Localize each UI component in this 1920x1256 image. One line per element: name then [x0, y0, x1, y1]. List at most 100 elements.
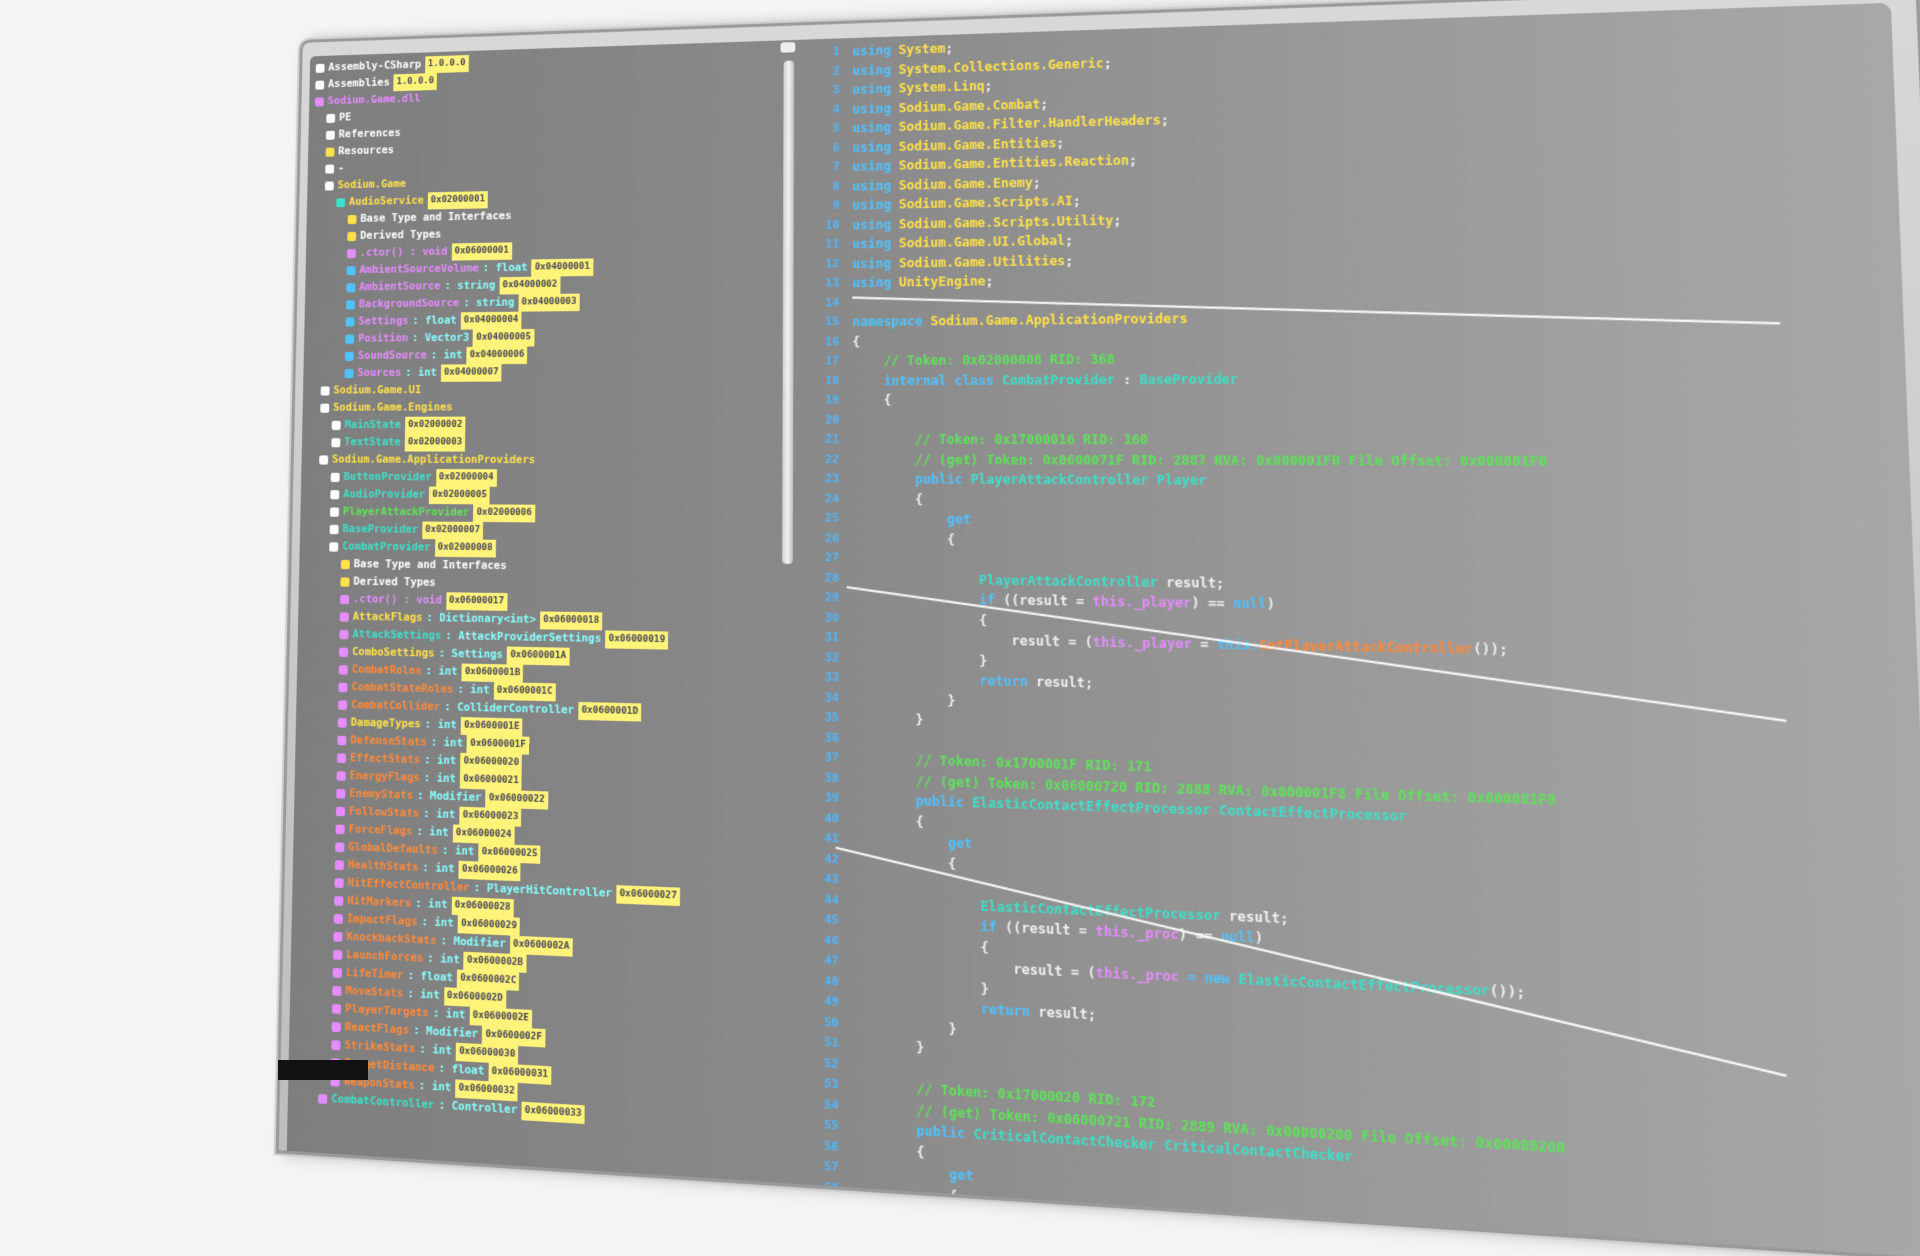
tree-node-icon — [324, 181, 334, 191]
tree-item[interactable]: MainState 0x02000002 — [308, 416, 789, 435]
code-line[interactable]: // Token: 0x17000016 RID: 160 — [852, 430, 1896, 451]
line-number: 31 — [824, 629, 840, 645]
line-number: 28 — [824, 570, 840, 585]
line-number: 26 — [824, 530, 840, 545]
code-token: ()); — [1489, 982, 1526, 1001]
token-badge: 0x06000023 — [459, 806, 522, 827]
tree-item-type: : float — [412, 314, 457, 328]
token-badge: 0x02000003 — [404, 434, 466, 452]
tree-item-type: : Vector3 — [412, 331, 470, 345]
tree-node-icon — [325, 130, 335, 140]
tree-item-label: CombatCollider — [350, 698, 441, 714]
tree-item-type: : int — [432, 1007, 466, 1022]
tree-item-label: .ctor() : void — [359, 245, 448, 259]
line-number: 22 — [825, 451, 840, 466]
line-number: 21 — [825, 432, 840, 446]
tree-item-label: Sodium.Game.Engines — [333, 401, 453, 414]
assembly-explorer-tree[interactable]: Assembly-CSharp 1.0.0.0 Assemblies 1.0.0.0 S… — [293, 44, 790, 1183]
token-badge: 0x04000006 — [466, 346, 528, 365]
tree-node-icon — [333, 913, 343, 924]
code-token: ; — [1160, 112, 1170, 128]
tree-node-icon — [326, 113, 336, 124]
tree-node-icon — [331, 420, 341, 431]
code-line[interactable] — [852, 408, 1895, 430]
code-token: ; — [945, 40, 954, 56]
line-number: 25 — [824, 510, 840, 525]
code-token: PlayerAttackController — [970, 471, 1149, 488]
tree-item-label: AudioService — [348, 194, 424, 209]
code-line[interactable]: { — [852, 387, 1894, 410]
token-badge: 0x06000001 — [451, 242, 513, 261]
tree-item-label: EnergyFlags — [349, 769, 420, 785]
code-token: result; — [1166, 574, 1225, 591]
tree-item-type: : float — [407, 969, 454, 985]
line-number: 57 — [824, 1158, 839, 1175]
code-token: Sodium.Game.ApplicationProviders — [930, 311, 1188, 329]
tree-node-icon — [337, 718, 347, 728]
tree-item-type: : int — [441, 844, 475, 859]
code-token: // (get) Token: 0x0600071F RID: 2887 RVA… — [852, 451, 1548, 469]
code-token: this._proc — [1095, 965, 1180, 985]
tree-item[interactable]: Sodium.Game.ApplicationProviders — [307, 451, 789, 470]
tree-item[interactable]: Sodium.Game.Engines — [308, 398, 789, 417]
tree-node-icon — [315, 63, 325, 73]
token-badge: 0x0600001D — [578, 701, 642, 722]
tree-item-label: Base Type and Interfaces — [353, 557, 507, 573]
code-token: { — [852, 491, 924, 507]
tree-node-icon — [338, 682, 348, 693]
tree-node-icon — [336, 771, 346, 781]
tree-node-icon — [347, 231, 357, 242]
code-token: Sodium.Game.Entities.Reaction — [898, 152, 1129, 173]
token-badge: 0x02000008 — [434, 539, 496, 558]
tree-scrollbar[interactable] — [782, 60, 795, 564]
tree-item[interactable]: Sodium.Game.UI — [309, 380, 789, 399]
tree-node-icon — [334, 860, 345, 871]
tree-item[interactable]: TextState 0x02000003 — [308, 434, 789, 452]
line-number: 2 — [832, 63, 840, 78]
tree-node-icon — [329, 524, 339, 535]
line-number: 43 — [824, 871, 839, 887]
tree-item-label: AmbientSourceVolume — [359, 262, 479, 277]
token-badge: 0x04000005 — [473, 328, 535, 347]
code-token: if — [852, 913, 1006, 936]
code-token: ; — [1065, 232, 1074, 249]
line-number: 29 — [824, 590, 840, 605]
tree-item-label: ForceFlags — [348, 822, 413, 838]
scroll-up-arrow[interactable] — [780, 41, 796, 53]
tree-item-label: BackgroundSource — [358, 297, 460, 311]
code-token: GetPlayerAttackController — [1258, 637, 1474, 657]
tree-node-icon — [335, 806, 346, 817]
tree-item-type: : int — [424, 718, 457, 732]
code-token: ; — [1040, 96, 1049, 112]
tree-item-label: DefenseStats — [350, 733, 427, 749]
tree-node-icon — [346, 283, 356, 293]
tree-item-type: : int — [419, 1042, 452, 1058]
token-badge: 0x06000033 — [521, 1101, 585, 1125]
tree-item-type: : string — [463, 296, 515, 310]
tree-node-icon — [325, 164, 335, 174]
tree-node-icon — [331, 438, 341, 448]
line-number: 16 — [825, 334, 840, 348]
code-token: ; — [1128, 152, 1138, 168]
code-token: ; — [1032, 174, 1041, 190]
scene: Assembly-CSharp 1.0.0.0 Assemblies 1.0.0.0 S… — [0, 0, 1920, 1256]
code-token: { — [852, 610, 988, 628]
token-badge: 0x06000024 — [452, 824, 515, 845]
code-token: System.Collections.Generic — [898, 55, 1104, 77]
tree-node-icon — [339, 612, 349, 622]
code-token: Sodium.Game.Scripts.Utility — [898, 212, 1114, 232]
tree-node-icon — [332, 985, 342, 996]
line-number: 3 — [832, 82, 840, 97]
tree-node-icon — [334, 896, 344, 906]
code-token: ; — [1065, 252, 1074, 268]
tree-item-label: CombatProvider — [342, 540, 431, 554]
code-token: result; — [1228, 907, 1289, 927]
code-token: BaseProvider — [1139, 371, 1239, 387]
token-badge: 0x02000006 — [473, 504, 535, 523]
line-number: 24 — [824, 491, 840, 506]
token-badge: 0x04000003 — [518, 293, 580, 312]
tree-node-icon — [335, 824, 345, 835]
code-token: Sodium.Game.Enemy — [898, 174, 1033, 193]
tree-item[interactable]: Sources: int 0x04000007 — [309, 362, 789, 382]
line-number: 1 — [832, 44, 840, 59]
